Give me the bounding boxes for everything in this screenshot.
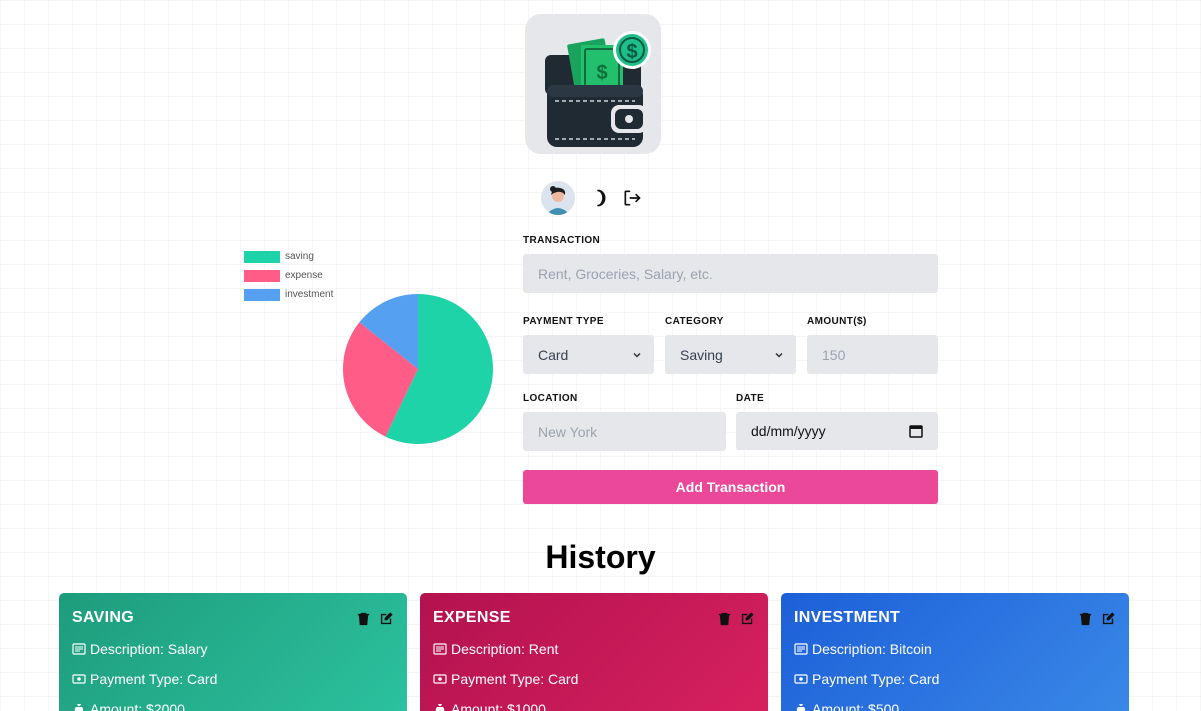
card-description: Description: Bitcoin bbox=[794, 641, 1116, 657]
card-description-text: Description: Rent bbox=[451, 641, 559, 657]
svg-text:$: $ bbox=[596, 62, 607, 84]
card-description-text: Description: Salary bbox=[90, 641, 208, 657]
card-title: INVESTMENT bbox=[794, 609, 901, 626]
add-transaction-button[interactable]: Add Transaction bbox=[523, 470, 938, 504]
svg-text:$: $ bbox=[626, 41, 637, 63]
history-card-investment: INVESTMENT Description: Bitcoin Payment … bbox=[781, 593, 1129, 711]
transaction-input[interactable] bbox=[523, 254, 938, 293]
history-cards: SAVING Description: Salary Payment Type:… bbox=[59, 593, 1129, 711]
trash-icon[interactable] bbox=[717, 611, 732, 626]
date-placeholder: dd/mm/yyyy bbox=[751, 423, 826, 439]
app-logo: $ $ bbox=[525, 14, 661, 154]
money-bag-icon bbox=[72, 702, 86, 711]
card-payment-type: Payment Type: Card bbox=[72, 671, 394, 687]
chart-legend: saving expense investment bbox=[244, 247, 333, 304]
card-amount: Amount: $1000 bbox=[433, 701, 755, 711]
legend-label-saving: saving bbox=[285, 251, 314, 262]
category-label: CATEGORY bbox=[665, 316, 724, 327]
user-toolbar bbox=[541, 181, 643, 215]
legend-label-investment: investment bbox=[285, 289, 334, 300]
payment-type-value: Card bbox=[538, 346, 569, 363]
legend-label-expense: expense bbox=[285, 270, 323, 281]
category-value: Saving bbox=[680, 346, 723, 363]
payment-type-select[interactable]: Card bbox=[523, 335, 654, 374]
card-amount-text: Amount: $500 bbox=[812, 701, 900, 711]
legend-swatch-expense bbox=[244, 269, 280, 282]
location-label: LOCATION bbox=[523, 393, 578, 404]
user-avatar[interactable] bbox=[541, 181, 575, 215]
trash-icon[interactable] bbox=[1078, 611, 1093, 626]
legend-swatch-investment bbox=[244, 288, 280, 301]
history-card-saving: SAVING Description: Salary Payment Type:… bbox=[59, 593, 407, 711]
money-bag-icon bbox=[794, 702, 808, 711]
card-description: Description: Salary bbox=[72, 641, 394, 657]
card-payment-type-text: Payment Type: Card bbox=[451, 671, 579, 687]
legend-item-saving[interactable]: saving bbox=[244, 247, 333, 266]
amount-input[interactable] bbox=[807, 335, 938, 374]
wallet-money-icon: $ $ bbox=[545, 31, 651, 147]
history-title: History bbox=[545, 539, 656, 575]
description-icon bbox=[794, 642, 808, 656]
legend-item-expense[interactable]: expense bbox=[244, 266, 333, 285]
card-payment-type: Payment Type: Card bbox=[433, 671, 755, 687]
card-payment-type-text: Payment Type: Card bbox=[812, 671, 940, 687]
legend-swatch-saving bbox=[244, 250, 280, 263]
history-card-expense: EXPENSE Description: Rent Payment Type: … bbox=[420, 593, 768, 711]
card-payment-type: Payment Type: Card bbox=[794, 671, 1116, 687]
edit-icon[interactable] bbox=[379, 611, 394, 626]
card-title: SAVING bbox=[72, 609, 134, 626]
money-bag-icon bbox=[433, 702, 447, 711]
category-select[interactable]: Saving bbox=[665, 335, 796, 374]
moon-icon[interactable] bbox=[587, 187, 609, 209]
legend-item-investment[interactable]: investment bbox=[244, 285, 333, 304]
date-input[interactable]: dd/mm/yyyy bbox=[736, 412, 938, 450]
card-title: EXPENSE bbox=[433, 609, 511, 626]
logout-icon[interactable] bbox=[621, 187, 643, 209]
amount-label: AMOUNT($) bbox=[807, 316, 867, 327]
date-label: DATE bbox=[736, 393, 765, 404]
pie-chart bbox=[343, 294, 493, 444]
payment-icon bbox=[433, 672, 447, 686]
description-icon bbox=[72, 642, 86, 656]
location-input[interactable] bbox=[523, 412, 726, 451]
trash-icon[interactable] bbox=[356, 611, 371, 626]
payment-icon bbox=[794, 672, 808, 686]
edit-icon[interactable] bbox=[740, 611, 755, 626]
card-amount-text: Amount: $1000 bbox=[451, 701, 546, 711]
card-description: Description: Rent bbox=[433, 641, 755, 657]
payment-type-label: PAYMENT TYPE bbox=[523, 316, 604, 327]
payment-icon bbox=[72, 672, 86, 686]
card-amount-text: Amount: $2000 bbox=[90, 701, 185, 711]
transaction-label: TRANSACTION bbox=[523, 235, 601, 246]
calendar-icon[interactable] bbox=[909, 424, 923, 438]
card-amount: Amount: $500 bbox=[794, 701, 1116, 711]
edit-icon[interactable] bbox=[1101, 611, 1116, 626]
description-icon bbox=[433, 642, 447, 656]
card-amount: Amount: $2000 bbox=[72, 701, 394, 711]
card-description-text: Description: Bitcoin bbox=[812, 641, 932, 657]
transaction-form: TRANSACTION PAYMENT TYPE Card CATEGORY S… bbox=[523, 235, 938, 451]
card-payment-type-text: Payment Type: Card bbox=[90, 671, 218, 687]
